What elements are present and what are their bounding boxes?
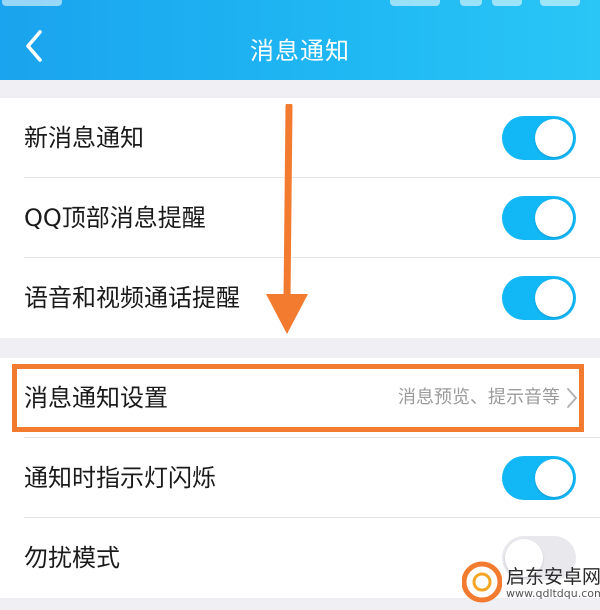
highlight-box <box>12 364 584 432</box>
row-label: 通知时指示灯闪烁 <box>24 464 216 492</box>
new-message-toggle[interactable] <box>502 116 576 160</box>
row-label: 语音和视频通话提醒 <box>24 284 240 312</box>
indicator-light-row[interactable]: 通知时指示灯闪烁 <box>0 438 600 518</box>
toggle-knob <box>535 279 573 317</box>
qq-top-reminder-toggle[interactable] <box>502 196 576 240</box>
watermark-url: www.qdltdqu.com <box>506 587 600 600</box>
toggle-knob <box>535 459 573 497</box>
page-title: 消息通知 <box>250 37 350 65</box>
watermark: 启东安卓网 www.qdltdqu.com <box>462 560 600 606</box>
row-label: QQ顶部消息提醒 <box>24 204 206 232</box>
toggle-knob <box>535 119 573 157</box>
row-label: 勿扰模式 <box>24 544 120 572</box>
indicator-light-toggle[interactable] <box>502 456 576 500</box>
voice-video-call-toggle[interactable] <box>502 276 576 320</box>
toggle-knob <box>535 199 573 237</box>
down-arrow-icon <box>266 104 308 334</box>
watermark-title: 启东安卓网 <box>506 566 600 588</box>
title-bar: 消息通知 <box>0 0 600 80</box>
status-bar <box>0 0 600 6</box>
watermark-logo-icon <box>462 561 502 603</box>
row-label: 新消息通知 <box>24 124 144 152</box>
